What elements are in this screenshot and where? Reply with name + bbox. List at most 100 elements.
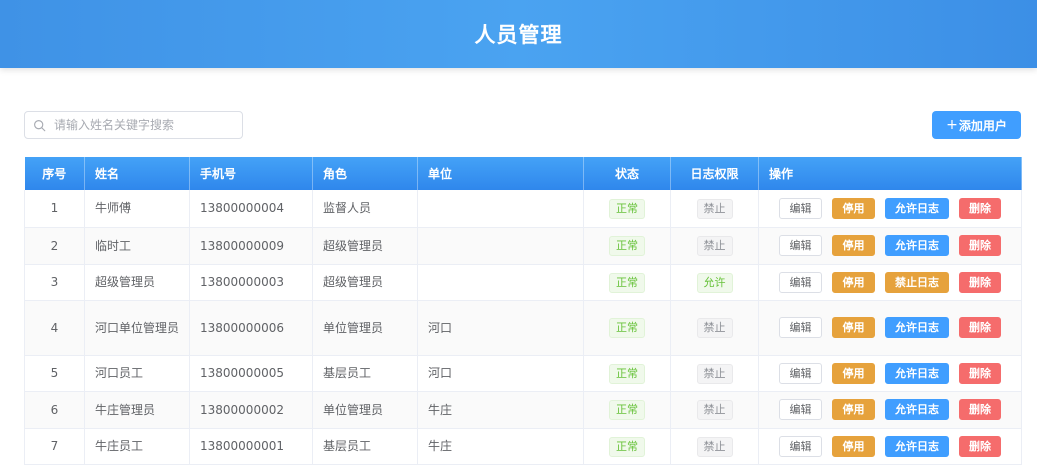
edit-button[interactable]: 编辑 <box>779 362 822 384</box>
cell-actions: 编辑 停用 允许日志 删除 <box>758 428 1022 464</box>
cell-role: 超级管理员 <box>312 227 418 264</box>
page-title: 人员管理 <box>474 23 563 47</box>
column-header-log-permission: 日志权限 <box>670 157 759 190</box>
table-row: 6 牛庄管理员 13800000002 单位管理员 牛庄 正常 禁止 编辑 停用 允许日志 删除 <box>24 391 1022 428</box>
status-badge: 正常 <box>609 198 645 219</box>
delete-button[interactable]: 删除 <box>959 317 1001 338</box>
cell-name: 牛师傅 <box>84 190 190 227</box>
toggle-log-button[interactable]: 允许日志 <box>885 362 949 384</box>
column-header-status: 状态 <box>583 157 671 190</box>
log-permission-badge: 禁止 <box>696 400 733 420</box>
cell-log-permission: 禁止 <box>670 428 759 464</box>
delete-button[interactable]: 删除 <box>959 197 1001 219</box>
cell-log-permission: 禁止 <box>670 227 759 264</box>
cell-phone: 13800000005 <box>189 355 313 391</box>
edit-button[interactable]: 编辑 <box>779 197 822 219</box>
cell-role: 超级管理员 <box>312 264 418 300</box>
cell-status: 正常 <box>583 227 671 264</box>
disable-button[interactable]: 停用 <box>832 271 875 293</box>
disable-button[interactable]: 停用 <box>832 197 875 219</box>
disable-button[interactable]: 停用 <box>832 235 875 256</box>
edit-button[interactable]: 编辑 <box>779 399 822 420</box>
cell-unit: 河口 <box>417 355 584 391</box>
add-user-label: 添加用户 <box>958 118 1007 133</box>
log-permission-badge: 禁止 <box>696 198 733 219</box>
cell-unit: 牛庄 <box>417 428 584 464</box>
cell-actions: 编辑 停用 禁止日志 删除 <box>758 264 1022 300</box>
users-table: 序号 姓名 手机号 角色 单位 状态 日志权限 操作 1 牛师傅 138000000… <box>24 157 1022 465</box>
delete-button[interactable]: 删除 <box>959 271 1001 293</box>
table-header: 序号 姓名 手机号 角色 单位 状态 日志权限 操作 <box>24 157 1022 190</box>
add-user-button[interactable]: + 添加用户 <box>932 111 1021 139</box>
table-row: 3 超级管理员 13800000003 超级管理员 正常 允许 编辑 停用 禁止日志 删除 <box>24 264 1022 300</box>
disable-button[interactable]: 停用 <box>832 399 875 420</box>
cell-unit: 牛庄 <box>417 391 584 428</box>
cell-status: 正常 <box>583 355 671 391</box>
cell-role: 单位管理员 <box>312 391 418 428</box>
search-icon <box>34 119 46 131</box>
cell-unit: 河口 <box>417 300 584 355</box>
edit-button[interactable]: 编辑 <box>779 435 822 457</box>
edit-button[interactable]: 编辑 <box>779 317 822 338</box>
disable-button[interactable]: 停用 <box>832 317 875 338</box>
cell-unit <box>417 264 584 300</box>
toggle-log-button[interactable]: 允许日志 <box>885 435 949 457</box>
delete-button[interactable]: 删除 <box>959 362 1001 384</box>
status-badge: 正常 <box>609 436 645 457</box>
cell-role: 基层员工 <box>312 355 418 391</box>
cell-status: 正常 <box>583 264 671 300</box>
cell-log-permission: 禁止 <box>670 391 759 428</box>
delete-button[interactable]: 删除 <box>959 435 1001 457</box>
cell-role: 基层员工 <box>312 428 418 464</box>
status-badge: 正常 <box>609 272 645 293</box>
toggle-log-button[interactable]: 允许日志 <box>885 235 949 256</box>
delete-button[interactable]: 删除 <box>959 235 1001 256</box>
cell-unit <box>417 190 584 227</box>
cell-status: 正常 <box>583 428 671 464</box>
cell-actions: 编辑 停用 允许日志 删除 <box>758 355 1022 391</box>
cell-name: 河口员工 <box>84 355 190 391</box>
toolbar: + 添加用户 <box>24 111 1021 139</box>
search-input[interactable] <box>54 118 234 132</box>
status-badge: 正常 <box>609 236 645 256</box>
column-header-index: 序号 <box>24 157 85 190</box>
cell-actions: 编辑 停用 允许日志 删除 <box>758 391 1022 428</box>
cell-actions: 编辑 停用 允许日志 删除 <box>758 300 1022 355</box>
search-box[interactable] <box>24 111 243 139</box>
plus-icon: + <box>946 117 958 133</box>
table-row: 2 临时工 13800000009 超级管理员 正常 禁止 编辑 停用 允许日志 删除 <box>24 227 1022 264</box>
cell-name: 超级管理员 <box>84 264 190 300</box>
toggle-log-button[interactable]: 禁止日志 <box>885 271 949 293</box>
disable-button[interactable]: 停用 <box>832 362 875 384</box>
disable-button[interactable]: 停用 <box>832 435 875 457</box>
cell-phone: 13800000003 <box>189 264 313 300</box>
cell-actions: 编辑 停用 允许日志 删除 <box>758 190 1022 227</box>
cell-index: 7 <box>24 428 85 464</box>
toggle-log-button[interactable]: 允许日志 <box>885 317 949 338</box>
cell-log-permission: 禁止 <box>670 355 759 391</box>
column-header-actions: 操作 <box>758 157 1022 190</box>
table-row: 5 河口员工 13800000005 基层员工 河口 正常 禁止 编辑 停用 允许日志 删除 <box>24 355 1022 391</box>
edit-button[interactable]: 编辑 <box>779 271 822 293</box>
cell-status: 正常 <box>583 300 671 355</box>
cell-name: 牛庄员工 <box>84 428 190 464</box>
cell-name: 牛庄管理员 <box>84 391 190 428</box>
delete-button[interactable]: 删除 <box>959 399 1001 420</box>
toggle-log-button[interactable]: 允许日志 <box>885 197 949 219</box>
cell-log-permission: 禁止 <box>670 190 759 227</box>
column-header-name: 姓名 <box>84 157 190 190</box>
cell-status: 正常 <box>583 391 671 428</box>
cell-log-permission: 允许 <box>670 264 759 300</box>
log-permission-badge: 允许 <box>696 272 733 293</box>
page-header: 人员管理 <box>0 0 1037 68</box>
cell-phone: 13800000002 <box>189 391 313 428</box>
table-body: 1 牛师傅 13800000004 监督人员 正常 禁止 编辑 停用 允许日志 删除 2 临时工 138… <box>24 190 1022 464</box>
toggle-log-button[interactable]: 允许日志 <box>885 399 949 420</box>
cell-name: 临时工 <box>84 227 190 264</box>
cell-phone: 13800000001 <box>189 428 313 464</box>
edit-button[interactable]: 编辑 <box>779 235 822 256</box>
cell-log-permission: 禁止 <box>670 300 759 355</box>
table-row: 4 河口单位管理员 13800000006 单位管理员 河口 正常 禁止 编辑 停用 允许日志 删除 <box>24 300 1022 355</box>
table-row: 7 牛庄员工 13800000001 基层员工 牛庄 正常 禁止 编辑 停用 允许日志 删除 <box>24 428 1022 464</box>
cell-role: 监督人员 <box>312 190 418 227</box>
